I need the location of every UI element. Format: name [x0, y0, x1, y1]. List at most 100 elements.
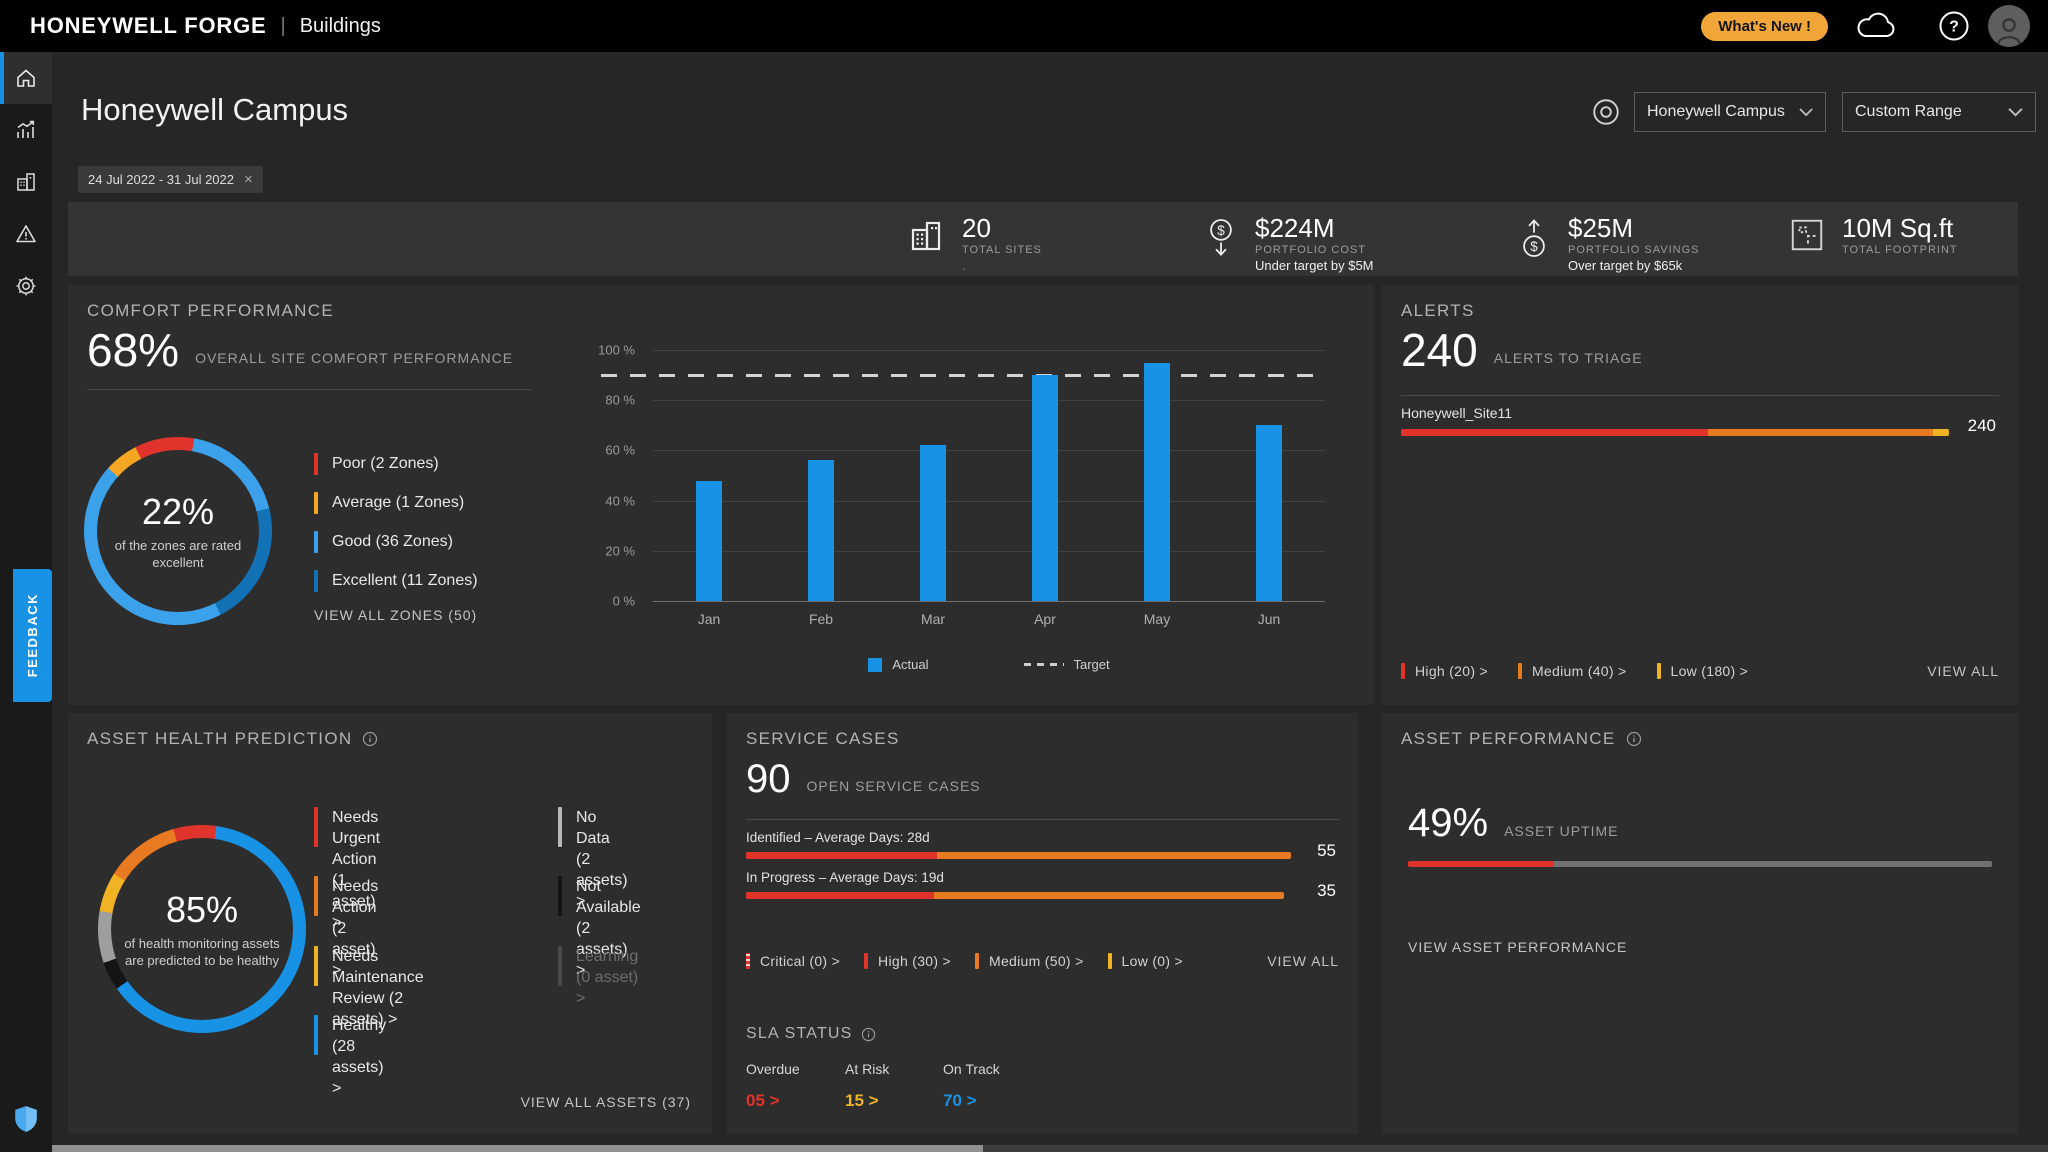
view-all-alerts-link[interactable]: VIEW ALL	[1927, 663, 1999, 679]
svg-text:$: $	[1530, 239, 1538, 254]
sla-label: Overdue	[746, 1061, 800, 1077]
sla-overdue-link[interactable]: 05 >	[746, 1091, 800, 1111]
alert-site-bar	[1401, 429, 1949, 436]
cases-count: 90	[746, 759, 791, 799]
panel-title: ALERTS	[1401, 301, 1475, 321]
sidebar-item-home[interactable]	[0, 52, 52, 104]
legend-label: Good (36 Zones)	[332, 533, 453, 551]
critical-cases-link[interactable]: Critical (0) >	[746, 953, 840, 969]
legend-tick	[314, 453, 318, 475]
sidebar-item-buildings[interactable]	[0, 156, 52, 208]
chart-plot	[653, 350, 1325, 601]
legend-tick	[314, 807, 318, 847]
sidebar-item-alarms[interactable]	[0, 208, 52, 260]
actual-swatch	[868, 658, 882, 672]
view-all-assets-link[interactable]: VIEW ALL ASSETS (37)	[521, 1094, 691, 1110]
info-icon[interactable]	[1626, 731, 1642, 747]
uptime-value: 49%	[1408, 801, 1488, 846]
healthy-link[interactable]: Healthy(28 assets) >	[314, 1015, 386, 1099]
legend-label: Critical (0) >	[760, 953, 840, 969]
case-row-value: 55	[1317, 841, 1336, 861]
view-all-cases-link[interactable]: VIEW ALL	[1267, 953, 1339, 969]
building-icon	[906, 216, 946, 261]
privacy-shield-icon[interactable]	[13, 1105, 39, 1138]
comfort-performance-panel: COMFORT PERFORMANCE 68% OVERALL SITE COM…	[68, 285, 1374, 705]
alert-site-name[interactable]: Honeywell_Site11	[1401, 405, 1512, 421]
sidebar-item-analytics[interactable]	[0, 104, 52, 156]
uptime-label: ASSET UPTIME	[1504, 823, 1618, 846]
page-title: Honeywell Campus	[81, 92, 348, 128]
alert-site-value: 240	[1968, 416, 1996, 436]
sla-status-title: SLA STATUS	[746, 1025, 876, 1043]
close-icon[interactable]: ×	[244, 172, 253, 187]
home-icon	[14, 66, 38, 90]
info-icon[interactable]	[861, 1027, 876, 1042]
case-row-label: In Progress – Average Days: 19d	[746, 870, 944, 885]
user-avatar[interactable]	[1988, 5, 2030, 47]
legend-label: Learning(0 asset) >	[576, 946, 638, 1009]
alerts-high-link[interactable]: High (20) >	[1401, 663, 1488, 679]
alerts-panel: ALERTS 240 ALERTS TO TRIAGE Honeywell_Si…	[1382, 285, 2018, 705]
medium-cases-link[interactable]: Medium (50) >	[975, 953, 1084, 969]
date-filter-chip[interactable]: 24 Jul 2022 - 31 Jul 2022 ×	[78, 166, 263, 193]
legend-label: Low (180) >	[1671, 663, 1749, 679]
sla-on-track-link[interactable]: 70 >	[943, 1091, 1000, 1111]
kpi-portfolio-cost: $ $224M PORTFOLIO COST Under target by $…	[1203, 214, 1374, 273]
donut-caption: of the zones are rated excellent	[100, 537, 256, 571]
date-range-selector[interactable]: Custom Range	[1842, 92, 2036, 132]
asset-health-donut: 85% of health monitoring assets are pred…	[98, 825, 306, 1033]
donut-value: 22%	[142, 491, 214, 533]
legend-label: Average (1 Zones)	[332, 494, 464, 512]
feedback-label: FEEDBACK	[25, 593, 40, 677]
comfort-donut: 22% of the zones are rated excellent	[84, 437, 272, 625]
low-cases-link[interactable]: Low (0) >	[1108, 953, 1183, 969]
feedback-tab[interactable]: FEEDBACK	[13, 569, 52, 702]
panel-title: SERVICE CASES	[746, 729, 900, 749]
legend-tick	[314, 531, 318, 553]
topbar-actions: What's New ! ?	[1701, 5, 2030, 47]
sidebar-item-settings[interactable]	[0, 260, 52, 312]
legend-label: Medium (40) >	[1532, 663, 1627, 679]
legend-item-poor: Poor (2 Zones)	[314, 451, 478, 477]
info-icon[interactable]	[362, 731, 378, 747]
view-asset-performance-link[interactable]: VIEW ASSET PERFORMANCE	[1408, 939, 1627, 955]
cloud-icon[interactable]	[1854, 11, 1898, 41]
kpi-value: $224M	[1255, 214, 1374, 242]
kpi-label: PORTFOLIO COST	[1255, 244, 1374, 256]
alerts-summary: 240 ALERTS TO TRIAGE	[1401, 327, 1643, 373]
dollar-down-icon: $	[1203, 216, 1239, 265]
help-icon[interactable]: ?	[1938, 10, 1970, 42]
svg-text:$: $	[1217, 223, 1225, 238]
sla-label: On Track	[943, 1061, 1000, 1077]
horizontal-scrollbar	[0, 1145, 2048, 1152]
scrollbar-thumb[interactable]	[0, 1145, 983, 1152]
kpi-band: 20 TOTAL SITES . $ $224M PORTFOLIO COST …	[68, 202, 2018, 276]
legend-label: High (30) >	[878, 953, 951, 969]
legend-tick	[558, 946, 562, 986]
legend-actual: Actual	[868, 657, 928, 672]
app-root: HONEYWELL FORGE | Buildings What's New !…	[0, 0, 2048, 1152]
view-all-zones-link[interactable]: VIEW ALL ZONES (50)	[314, 607, 477, 623]
whats-new-button[interactable]: What's New !	[1701, 12, 1828, 41]
legend-label: Healthy(28 assets) >	[332, 1015, 386, 1099]
kpi-total-footprint: 10M Sq.ft TOTAL FOOTPRINT	[1788, 214, 1958, 259]
legend-label: Target	[1074, 657, 1110, 672]
sla-at-risk-link[interactable]: 15 >	[845, 1091, 889, 1111]
legend-tick	[864, 953, 868, 969]
kpi-sub: .	[962, 258, 1042, 273]
case-row-label: Identified – Average Days: 28d	[746, 830, 930, 845]
legend-item-good: Good (36 Zones)	[314, 529, 478, 555]
gear-icon	[14, 274, 38, 298]
learning-link[interactable]: Learning(0 asset) >	[558, 946, 638, 1009]
divider	[87, 389, 531, 390]
legend-target: Target	[1024, 657, 1110, 672]
panel-title: ASSET PERFORMANCE	[1401, 729, 1642, 749]
panel-title-text: ASSET PERFORMANCE	[1401, 729, 1616, 749]
legend-tick	[1108, 953, 1112, 969]
alerts-low-link[interactable]: Low (180) >	[1657, 663, 1749, 679]
building-icon	[14, 170, 38, 194]
comfort-score: 68%	[87, 327, 179, 373]
high-cases-link[interactable]: High (30) >	[864, 953, 951, 969]
site-selector[interactable]: Honeywell Campus	[1634, 92, 1826, 132]
alerts-medium-link[interactable]: Medium (40) >	[1518, 663, 1627, 679]
